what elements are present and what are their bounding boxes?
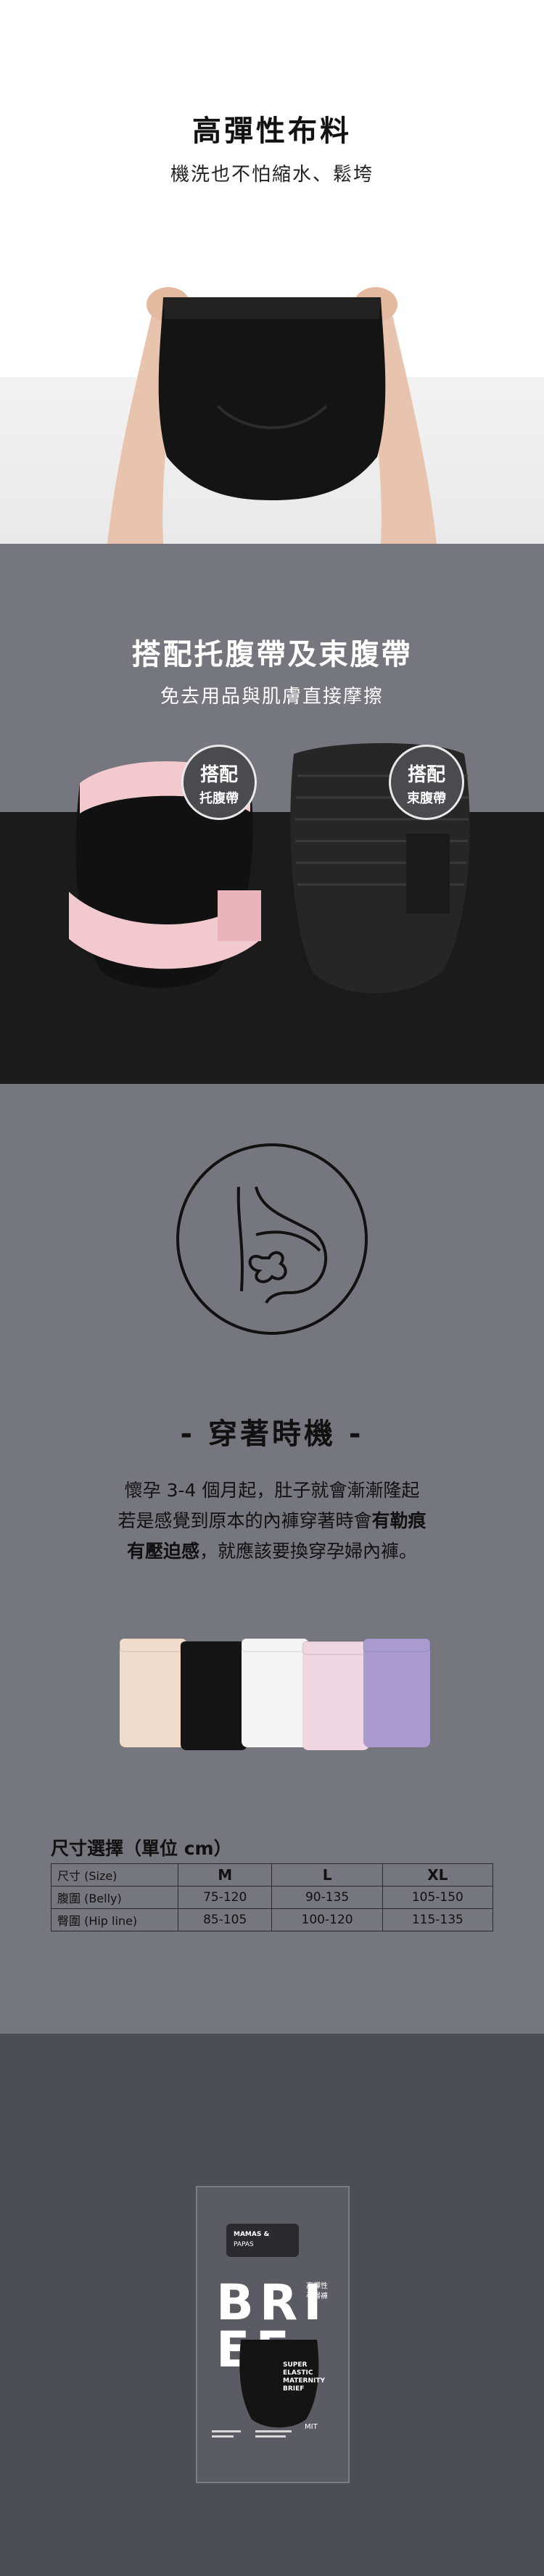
pregnancy-icon: [175, 1142, 369, 1336]
swatch-waistband-5: [363, 1638, 431, 1652]
belly-l: 90-135: [271, 1886, 383, 1909]
table-row: 臀圍 (Hip line) 85-105 100-120 115-135: [51, 1908, 494, 1931]
belly-m: 75-120: [177, 1886, 273, 1909]
para-line-3: 有壓迫感，就應該要換穿孕婦內褲。: [0, 1536, 544, 1567]
swatch-4: [302, 1641, 369, 1750]
elastic-fabric-section: 高彈性布料 機洗也不怕縮水、鬆垮: [0, 0, 544, 544]
wear-timing-heading: - 穿著時機 -: [180, 1417, 364, 1451]
table-row: 腹圍 (Belly) 75-120 90-135 105-150: [51, 1886, 494, 1909]
badge-binding-line1: 搭配: [407, 764, 445, 786]
badge-support-line2: 托腹帶: [199, 791, 239, 806]
wear-timing-paragraph: 懷孕 3-4 個月起，肚子就會漸漸隆起 若是感覺到原本的內褲穿著時會有勒痕 有壓…: [0, 1475, 544, 1567]
swatch-5: [363, 1639, 430, 1747]
brief-stretch-photo: [107, 287, 437, 544]
black-brief: [158, 297, 386, 500]
box-fine-print-left: [212, 2430, 241, 2438]
pink-belt-velcro: [218, 890, 261, 941]
hip-m: 85-105: [177, 1908, 273, 1931]
para-line-2a: 若是感覺到原本的內褲穿著時會: [118, 1510, 372, 1531]
size-col-xl: XL: [382, 1863, 494, 1887]
swatch-waistband-3: [241, 1638, 309, 1652]
size-col-l: L: [271, 1863, 383, 1887]
box-mit-label: MIT: [305, 2423, 318, 2431]
packaging-section: MAMAS & PAPAS BRI EF 高彈性 孕婦褲 SUPER ELAST…: [0, 2034, 544, 2576]
badge-binding-line2: 束腹帶: [407, 791, 446, 806]
product-box: MAMAS & PAPAS BRI EF 高彈性 孕婦褲 SUPER ELAST…: [196, 2186, 350, 2483]
color-swatches: [119, 1638, 431, 1750]
size-table: 尺寸 (Size) M L XL 腹圍 (Belly) 75-120 90-13…: [51, 1863, 494, 1931]
badge-support-line1: 搭配: [199, 764, 238, 786]
swatch-3: [242, 1639, 308, 1747]
product-line-2: ELASTIC: [283, 2369, 313, 2377]
product-line-3: MATERNITY: [283, 2377, 325, 2385]
belts-section: 搭配托腹帶及束腹帶 免去用品與肌膚直接摩擦 搭配 托腹帶 搭配 束腹帶: [0, 544, 544, 1084]
para-line-3b: ，就應該要換穿孕婦內褲。: [199, 1541, 418, 1562]
size-header-label: 尺寸 (Size): [51, 1863, 178, 1887]
badge-support-belt: 搭配 托腹帶: [181, 745, 257, 820]
box-fine-print-mid: [255, 2430, 292, 2438]
para-line-3a: 有壓迫感: [126, 1541, 199, 1562]
size-table-title: 尺寸選擇（單位 cm）: [51, 1838, 232, 1859]
product-line-1: SUPER: [283, 2361, 308, 2369]
product-line-4: BRIEF: [283, 2385, 305, 2393]
size-table-header: 尺寸 (Size) M L XL: [51, 1863, 494, 1887]
badge-binding-belt: 搭配 束腹帶: [389, 745, 464, 820]
product-detail-page: 高彈性布料 機洗也不怕縮水、鬆垮 搭配托腹帶及束腹帶 免去用品與肌膚直接摩擦 搭…: [0, 0, 544, 2576]
hip-l: 100-120: [271, 1908, 383, 1931]
size-col-m: M: [177, 1863, 273, 1887]
para-line-1: 懷孕 3-4 個月起，肚子就會漸漸隆起: [124, 1480, 420, 1501]
box-product-text: SUPER ELASTIC MATERNITY BRIEF: [283, 2361, 325, 2393]
belts-photo: [69, 743, 470, 993]
swatch-waistband-2: [180, 1641, 248, 1655]
row-label-belly: 腹圍 (Belly): [51, 1886, 178, 1909]
binding-belt-strap: [406, 834, 450, 914]
swatch-waistband-4: [302, 1641, 370, 1655]
row-label-hip: 臀圍 (Hip line): [51, 1908, 178, 1931]
belly-xl: 105-150: [382, 1886, 494, 1909]
para-line-2: 若是感覺到原本的內褲穿著時會有勒痕: [0, 1506, 544, 1536]
wear-timing-section: - 穿著時機 - 懷孕 3-4 個月起，肚子就會漸漸隆起 若是感覺到原本的內褲穿…: [0, 1084, 544, 2034]
box-brief-image: [239, 2340, 319, 2428]
swatch-2: [181, 1641, 247, 1750]
swatch-1: [120, 1639, 186, 1747]
para-line-2b: 有勒痕: [371, 1510, 426, 1531]
swatch-waistband-1: [119, 1638, 187, 1652]
brief-waistband: [163, 297, 381, 319]
hip-xl: 115-135: [382, 1908, 494, 1931]
